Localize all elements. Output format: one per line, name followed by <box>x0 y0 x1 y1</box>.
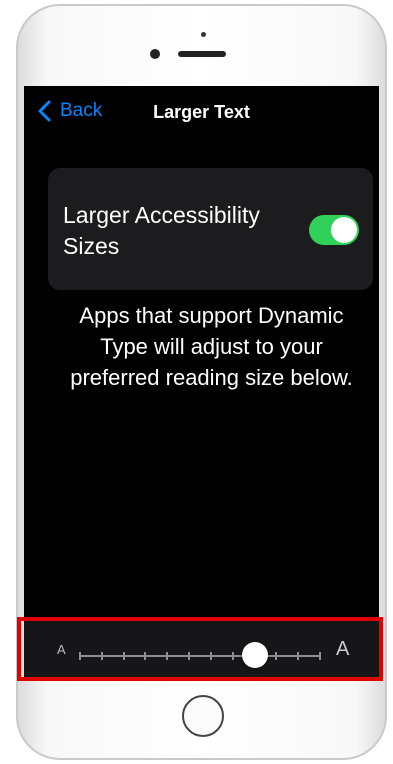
accessibility-sizes-label: Larger Accessibility Sizes <box>63 202 260 259</box>
navigation-bar: Back Larger Text <box>24 86 379 136</box>
earpiece-speaker <box>178 51 226 57</box>
front-camera <box>150 49 160 59</box>
dynamic-type-description: Apps that support Dynamic Type will adju… <box>70 303 353 390</box>
accessibility-sizes-row: Larger Accessibility Sizes <box>48 168 373 290</box>
screen: Back Larger Text Larger Accessibility Si… <box>24 86 379 680</box>
accessibility-sizes-toggle[interactable] <box>309 215 359 245</box>
page-title: Larger Text <box>153 102 250 122</box>
proximity-sensor <box>201 32 206 37</box>
home-button[interactable] <box>182 695 224 737</box>
toggle-knob <box>331 217 357 243</box>
highlight-box <box>17 617 383 681</box>
